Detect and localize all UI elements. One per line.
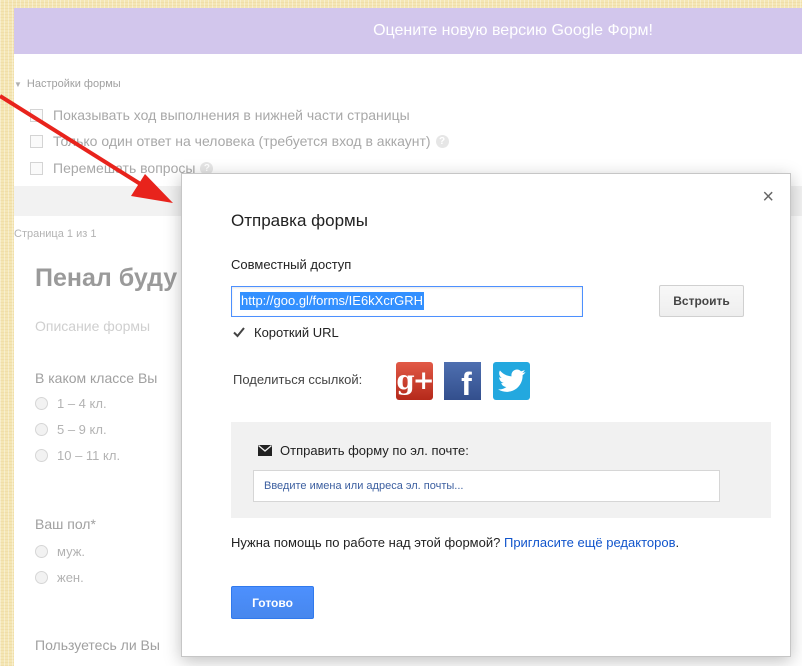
radio-option[interactable]: 5 – 9 кл. [35, 421, 107, 437]
option-one-response[interactable]: Только один ответ на человека (требуется… [30, 132, 449, 150]
radio-option[interactable]: муж. [35, 543, 85, 559]
banner-text[interactable]: Оцените новую версию Google Форм! [373, 22, 653, 40]
question-title[interactable]: Пользуетесь ли Вы [35, 637, 160, 653]
option-label: Перемешать вопросы [53, 160, 196, 176]
facebook-icon[interactable]: f [444, 362, 481, 402]
share-access-label: Совместный доступ [231, 257, 352, 272]
email-share-header: Отправить форму по эл. почте: [258, 442, 469, 458]
question-title[interactable]: Ваш пол* [35, 516, 96, 532]
twitter-icon[interactable] [493, 362, 530, 400]
form-description[interactable]: Описание формы [35, 318, 150, 334]
dialog-title: Отправка формы [231, 211, 368, 230]
option-label: Показывать ход выполнения в нижней части… [53, 107, 410, 123]
share-link-label: Поделиться ссылкой: [233, 372, 363, 387]
checkbox-shuffle[interactable] [30, 161, 43, 175]
radio-option[interactable]: жен. [35, 569, 84, 585]
question-title[interactable]: В каком классе Вы [35, 370, 157, 386]
triangle-down-icon: ▼ [14, 80, 22, 89]
send-form-dialog: × Отправка формы Совместный доступ http:… [181, 173, 791, 657]
envelope-icon [258, 444, 272, 456]
checkbox-show-progress[interactable] [30, 108, 43, 122]
help-message: Нужна помощь по работе над этой формой? … [231, 535, 680, 550]
radio-option[interactable]: 10 – 11 кл. [35, 447, 120, 463]
google-plus-icon[interactable]: g+ [396, 362, 434, 400]
form-title[interactable]: Пенал буду [35, 264, 177, 293]
embed-button[interactable]: Встроить [659, 285, 744, 317]
form-settings-header[interactable]: ▼ Настройки формы [14, 78, 121, 90]
help-icon[interactable]: ? [435, 134, 449, 148]
checkmark-icon[interactable] [232, 325, 246, 339]
option-show-progress[interactable]: Показывать ход выполнения в нижней части… [30, 106, 410, 124]
email-share-panel: Отправить форму по эл. почте: Введите им… [231, 422, 771, 518]
invite-editors-link[interactable]: Пригласите ещё редакторов [504, 535, 676, 550]
new-version-banner[interactable]: Оцените новую версию Google Форм! [14, 8, 802, 54]
radio-option[interactable]: 1 – 4 кл. [35, 395, 107, 411]
option-label: Только один ответ на человека (требуется… [53, 133, 431, 149]
checkbox-one-response[interactable] [30, 134, 43, 148]
radio-button[interactable] [35, 448, 48, 462]
short-url-option[interactable]: Короткий URL [232, 324, 339, 340]
twitter-bird-icon [497, 369, 526, 392]
radio-button[interactable] [35, 544, 48, 558]
radio-button[interactable] [35, 396, 48, 410]
radio-button[interactable] [35, 422, 48, 436]
short-url-label: Короткий URL [254, 324, 339, 340]
email-label: Отправить форму по эл. почте: [280, 442, 469, 458]
radio-button[interactable] [35, 570, 48, 584]
share-url-text[interactable]: http://goo.gl/forms/IE6kXcrGRH [240, 292, 425, 310]
email-recipients-input[interactable]: Введите имена или адреса эл. почты... [253, 470, 720, 502]
share-url-input[interactable]: http://goo.gl/forms/IE6kXcrGRH [231, 286, 583, 317]
close-icon[interactable]: × [762, 186, 774, 209]
page-indicator: Страница 1 из 1 [14, 228, 97, 240]
done-button[interactable]: Готово [231, 586, 314, 619]
